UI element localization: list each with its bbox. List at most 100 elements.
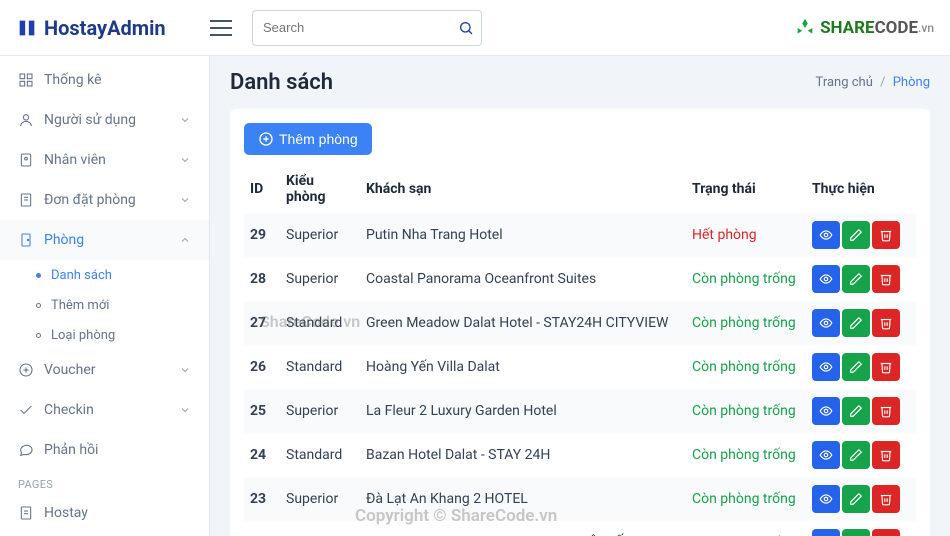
sidebar-item-label: Người sử dụng [44,112,136,128]
sidebar-item-label: Thống kê [44,72,102,88]
cell-hotel: Putin Nha Trang Hotel [360,213,686,257]
sidebar-item-1[interactable]: Người sử dụng [0,100,209,140]
logo-icon [16,17,38,39]
sidebar-item-label: Phản hồi [44,442,98,458]
edit-button[interactable] [842,485,870,513]
breadcrumb: Trang chủ / Phòng [816,75,930,90]
brand-logo[interactable]: HostayAdmin [16,16,210,40]
sidebar-item-5[interactable]: Voucher [0,350,209,390]
sidebar-page-0[interactable]: Hostay [0,493,209,533]
sidebar-item-6[interactable]: Checkin [0,390,209,430]
th-actions: Thực hiện [806,165,916,213]
edit-button[interactable] [842,529,870,536]
sidebar-item-2[interactable]: Nhân viên [0,140,209,180]
badge-icon [18,152,34,168]
cell-id: 27 [244,301,280,345]
edit-button[interactable] [842,265,870,293]
sharecode-icon [794,17,816,39]
view-button[interactable] [812,441,840,469]
table-row: 23 Superior Đà Lạt An Khang 2 HOTEL Còn … [244,477,916,521]
sharecode-logo[interactable]: SHARECODE.vn [794,17,934,39]
cell-status: Còn phòng trống [686,433,806,477]
dot-icon [36,303,41,308]
cell-type: Superior [280,257,360,301]
breadcrumb-home[interactable]: Trang chủ [816,75,873,90]
view-button[interactable] [812,265,840,293]
delete-button[interactable] [872,485,900,513]
view-button[interactable] [812,309,840,337]
sidebar-item-label: Checkin [44,402,94,418]
breadcrumb-current: Phòng [893,75,930,90]
chevron-up-icon [179,234,191,246]
view-button[interactable] [812,485,840,513]
chevron-down-icon [179,364,191,376]
edit-button[interactable] [842,397,870,425]
delete-button[interactable] [872,265,900,293]
delete-button[interactable] [872,221,900,249]
sidebar-item-4[interactable]: Phòng [0,220,209,260]
plus-circle-icon [258,131,274,147]
sidebar-subitem-4-1[interactable]: Thêm mới [36,290,209,320]
search-icon[interactable] [458,20,474,36]
cell-type: Superior [280,389,360,433]
sidebar-item-7[interactable]: Phản hồi [0,430,209,470]
chat-icon [18,442,34,458]
cell-type: Standard [280,301,360,345]
chevron-down-icon [179,404,191,416]
cell-actions [806,389,916,433]
table-row: 22 Deluxe THE GALAXY HOME APARTMENT ĐỘI … [244,521,916,536]
sidebar: Thống kê Người sử dụng Nhân viên Đơn đặt ph… [0,56,210,536]
view-button[interactable] [812,397,840,425]
cell-hotel: Coastal Panorama Oceanfront Suites [360,257,686,301]
delete-button[interactable] [872,353,900,381]
cell-type: Standard [280,345,360,389]
search-input[interactable] [252,10,482,46]
edit-button[interactable] [842,441,870,469]
add-room-button[interactable]: Thêm phòng [244,123,372,155]
cell-id: 28 [244,257,280,301]
cell-actions [806,477,916,521]
edit-button[interactable] [842,353,870,381]
delete-button[interactable] [872,441,900,469]
cell-status: Còn phòng trống [686,257,806,301]
door-icon [18,232,34,248]
rooms-table: ID Kiểu phòng Khách sạn Trạng thái Thực … [244,165,916,536]
delete-button[interactable] [872,309,900,337]
edit-button[interactable] [842,309,870,337]
user-icon [18,112,34,128]
cell-id: 22 [244,521,280,536]
view-button[interactable] [812,529,840,536]
plus-icon [18,362,34,378]
sidebar-subitem-4-2[interactable]: Loại phòng [36,320,209,350]
grid-icon [18,72,34,88]
table-row: 25 Superior La Fleur 2 Luxury Garden Hot… [244,389,916,433]
sidebar-item-label: Nhân viên [44,152,106,168]
page-title: Danh sách [230,70,333,95]
sidebar-item-label: Voucher [44,362,96,378]
th-type: Kiểu phòng [280,165,360,213]
sidebar-subitem-4-0[interactable]: Danh sách [36,260,209,290]
check-icon [18,402,34,418]
section-label: PAGES [0,470,209,493]
view-button[interactable] [812,221,840,249]
sidebar-item-0[interactable]: Thống kê [0,60,209,100]
delete-button[interactable] [872,397,900,425]
brand-name: HostayAdmin [44,16,166,40]
sidebar-item-3[interactable]: Đơn đặt phòng [0,180,209,220]
chevron-down-icon [179,194,191,206]
edit-button[interactable] [842,221,870,249]
cell-actions [806,301,916,345]
table-row: 27 Standard Green Meadow Dalat Hotel - S… [244,301,916,345]
delete-button[interactable] [872,529,900,536]
cell-status: Còn phòng trống [686,521,806,536]
cell-id: 29 [244,213,280,257]
cell-actions [806,213,916,257]
cell-status: Hết phòng [686,213,806,257]
chevron-down-icon [179,114,191,126]
table-row: 26 Standard Hoàng Yến Villa Dalat Còn ph… [244,345,916,389]
view-button[interactable] [812,353,840,381]
table-row: 29 Superior Putin Nha Trang Hotel Hết ph… [244,213,916,257]
cell-type: Superior [280,477,360,521]
cell-actions [806,345,916,389]
hamburger-menu[interactable] [210,20,232,36]
